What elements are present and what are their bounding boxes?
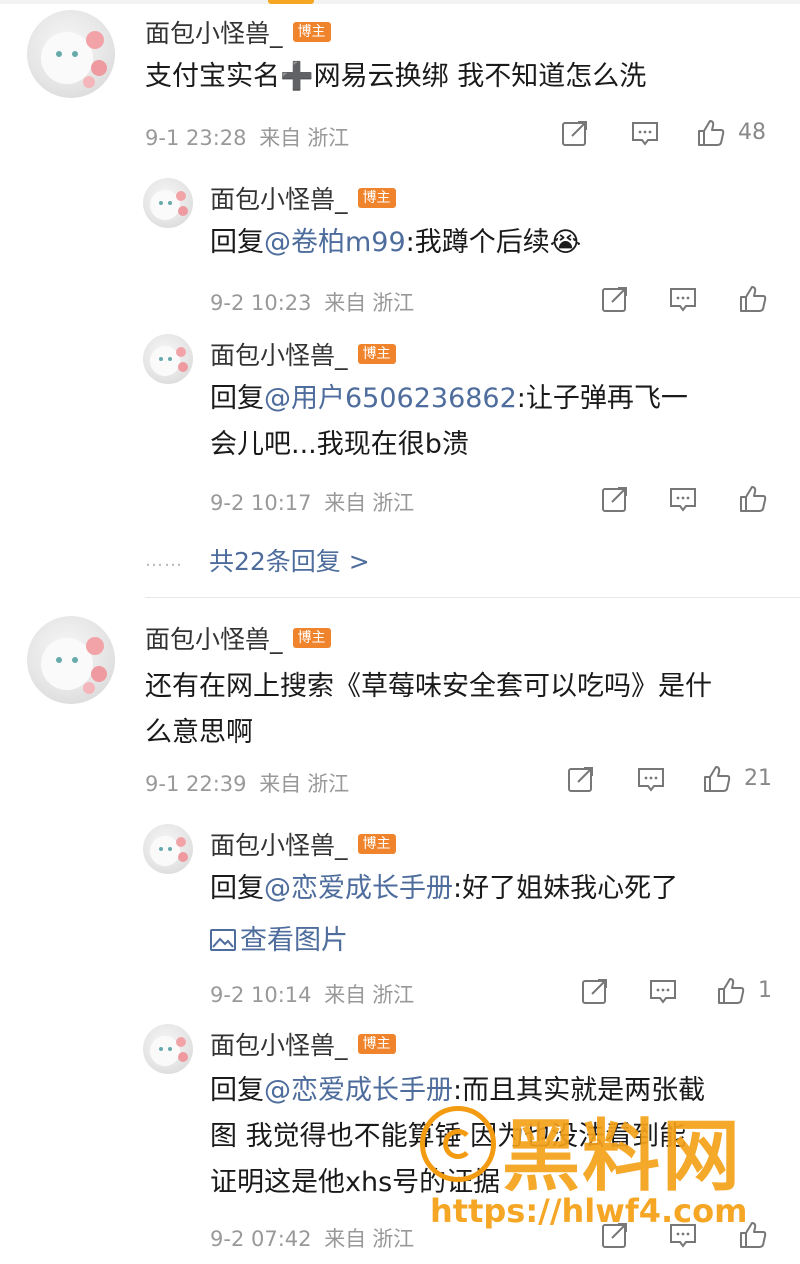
reply-meta: 9-2 10:23 来自 浙江 xyxy=(210,291,415,315)
comment-icon[interactable] xyxy=(636,764,666,794)
username[interactable]: 面包小怪兽_ 博主 xyxy=(210,826,396,862)
comment-text: 支付宝实名➕网易云换绑 我不知道怎么洗 xyxy=(145,61,647,92)
username[interactable]: 面包小怪兽_ 博主 xyxy=(210,1026,396,1062)
image-icon xyxy=(210,929,236,951)
avatar[interactable] xyxy=(143,334,193,384)
thumbs-up-icon[interactable] xyxy=(738,484,768,514)
like-count: 21 xyxy=(744,766,772,791)
reply-actions xyxy=(600,284,780,318)
avatar[interactable] xyxy=(27,10,115,98)
author-badge: 博主 xyxy=(357,834,396,854)
comment-text: 还有在网上搜索《草莓味安全套可以吃吗》是什 么意思啊 xyxy=(145,671,712,748)
share-icon[interactable] xyxy=(566,764,596,794)
author-badge: 博主 xyxy=(357,188,396,208)
top-edge xyxy=(0,0,800,4)
reply-text: 回复@用户6506236862:让子弹再飞一 会儿吧...我现在很b溃 xyxy=(210,383,688,460)
share-icon[interactable] xyxy=(600,484,630,514)
comment-icon[interactable] xyxy=(668,484,698,514)
top-edge-indicator xyxy=(268,0,314,4)
thumbs-up-icon[interactable] xyxy=(696,118,726,148)
comment-meta: 9-1 22:39 来自 浙江 xyxy=(145,772,350,796)
reply-text: 回复@恋爱成长手册:好了姐妹我心死了 xyxy=(210,873,679,904)
share-icon[interactable] xyxy=(600,284,630,314)
watermark-logo-icon xyxy=(420,1106,496,1182)
watermark-url: https://hlwf4.com xyxy=(430,1192,748,1230)
author-badge: 博主 xyxy=(357,344,396,364)
share-icon[interactable] xyxy=(560,118,590,148)
avatar[interactable] xyxy=(27,616,115,704)
share-icon[interactable] xyxy=(580,976,610,1006)
avatar[interactable] xyxy=(143,178,193,228)
watermark: 黑料网 https://hlwf4.com xyxy=(420,1100,800,1240)
comment-meta: 9-1 23:28 来自 浙江 xyxy=(145,126,350,150)
username[interactable]: 面包小怪兽_ 博主 xyxy=(145,620,331,656)
comment-actions: 21 xyxy=(566,764,796,798)
author-badge: 博主 xyxy=(357,1034,396,1054)
reply-actions: 1 xyxy=(580,976,790,1010)
thumbs-up-icon[interactable] xyxy=(738,284,768,314)
view-picture-link[interactable]: 查看图片 xyxy=(210,918,348,957)
watermark-title: 黑料网 xyxy=(502,1112,743,1202)
comment-icon[interactable] xyxy=(648,976,678,1006)
avatar[interactable] xyxy=(143,1024,193,1074)
reply-actions xyxy=(600,484,780,518)
mention-link[interactable]: @卷柏m99 xyxy=(264,227,406,258)
like-count: 1 xyxy=(758,978,772,1003)
author-badge: 博主 xyxy=(292,628,331,648)
like-count: 48 xyxy=(738,120,766,145)
reply-meta: 9-2 10:17 来自 浙江 xyxy=(210,491,415,515)
username[interactable]: 面包小怪兽_ 博主 xyxy=(145,14,331,50)
author-badge: 博主 xyxy=(292,22,331,42)
more-replies-link[interactable]: …… 共22条回复 > xyxy=(145,542,370,578)
mention-link[interactable]: @用户6506236862 xyxy=(264,383,517,414)
username[interactable]: 面包小怪兽_ 博主 xyxy=(210,336,396,372)
comment-icon[interactable] xyxy=(668,284,698,314)
dots-icon: …… xyxy=(145,550,183,571)
thumbs-up-icon[interactable] xyxy=(702,764,732,794)
avatar[interactable] xyxy=(143,824,193,874)
mention-link[interactable]: @恋爱成长手册 xyxy=(264,873,453,904)
comment-actions: 48 xyxy=(560,118,790,152)
reply-meta: 9-2 10:14 来自 浙江 xyxy=(210,983,415,1007)
thumbs-up-icon[interactable] xyxy=(716,976,746,1006)
reply-meta: 9-2 07:42 来自 浙江 xyxy=(210,1227,415,1251)
comment-divider xyxy=(145,597,800,598)
reply-text: 回复@卷柏m99:我蹲个后续😭 xyxy=(210,227,582,258)
username[interactable]: 面包小怪兽_ 博主 xyxy=(210,180,396,216)
comment-icon[interactable] xyxy=(630,118,660,148)
